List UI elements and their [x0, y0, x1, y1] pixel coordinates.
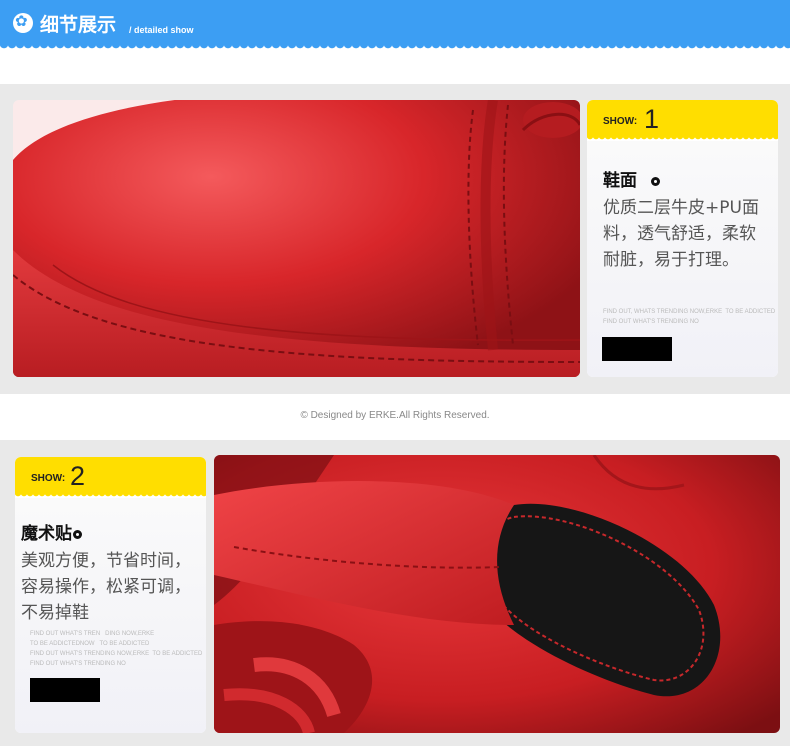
- redacted-block: [30, 678, 100, 702]
- card-heading: 鞋面: [603, 166, 660, 191]
- card-description: 美观方便，节省时间，容易操作，松紧可调，不易掉鞋: [21, 551, 191, 623]
- show-tag: SHOW: 2: [15, 457, 206, 493]
- bullet-icon: [73, 529, 82, 539]
- detail-card-1: SHOW: 1 鞋面 优质二层牛皮+PU面料，透气舒适，柔软耐脏，易于打理。 F…: [587, 100, 778, 377]
- card-heading-text: 魔术贴: [21, 524, 72, 544]
- show-tag: SHOW: 1: [587, 100, 778, 136]
- copyright-footer: © Designed by ERKE.All Rights Reserved.: [300, 410, 490, 421]
- velcro-strap-image: [214, 455, 780, 733]
- show-label: SHOW:: [603, 116, 638, 127]
- bullet-icon: [651, 176, 660, 186]
- show-label: SHOW:: [31, 473, 66, 484]
- show-number: 1: [644, 104, 660, 134]
- header-title: 细节展示: [40, 14, 117, 36]
- velcro-strap-photo: [214, 455, 780, 733]
- card-fine-print: FIND OUT, WHATS TRENDING NOW,ERKE TO BE …: [603, 309, 776, 325]
- card-heading: 魔术贴: [21, 519, 82, 544]
- card-description: 优质二层牛皮+PU面料，透气舒适，柔软耐脏，易于打理。: [603, 198, 759, 270]
- card-fine-print: FIND OUT WHAT'S TREN DING NOW,ERKE TO BE…: [30, 631, 203, 667]
- detail-section-2: SHOW: 2 魔术贴 美观方便，节省时间，容易操作，松紧可调，不易掉鞋 FIN…: [0, 440, 790, 746]
- tag-scallop-edge: [15, 493, 206, 498]
- header-subtitle: / detailed show: [129, 25, 194, 35]
- redacted-block: [602, 337, 672, 361]
- section-header-banner: 细节展示 / detailed show: [0, 0, 790, 44]
- flower-icon: [13, 12, 33, 33]
- card-heading-text: 鞋面: [603, 171, 637, 191]
- shoe-toe-image: [13, 100, 580, 377]
- tag-scallop-edge: [587, 136, 778, 141]
- detail-section-1: SHOW: 1 鞋面 优质二层牛皮+PU面料，透气舒适，柔软耐脏，易于打理。 F…: [0, 84, 790, 394]
- show-number: 2: [70, 461, 86, 491]
- shoe-toe-photo: [13, 100, 580, 377]
- detail-card-2: SHOW: 2 魔术贴 美观方便，节省时间，容易操作，松紧可调，不易掉鞋 FIN…: [15, 457, 206, 733]
- header-scallop-edge: [0, 44, 790, 50]
